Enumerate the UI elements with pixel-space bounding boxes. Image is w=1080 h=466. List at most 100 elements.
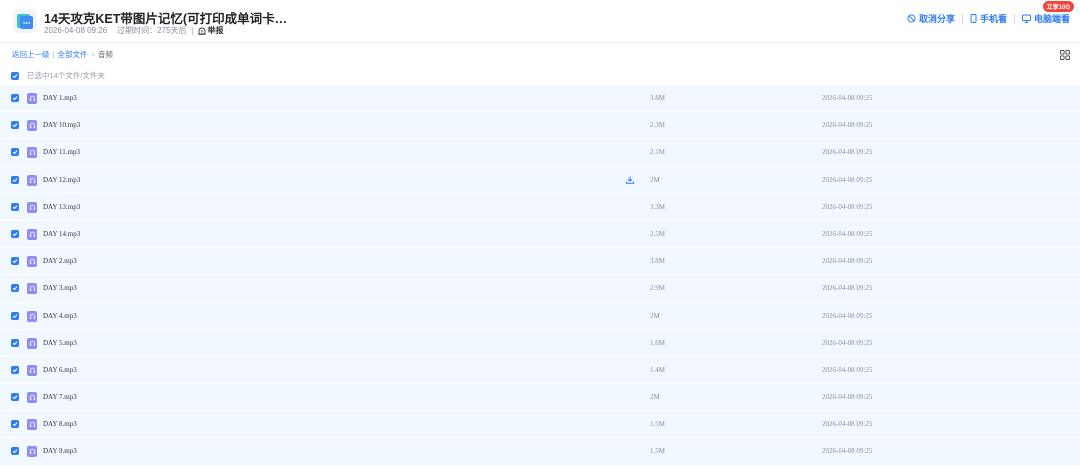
grid-view-icon[interactable]	[1060, 50, 1070, 60]
breadcrumb-root-link[interactable]: 全部文件	[57, 49, 87, 60]
file-row[interactable]: DAY 10.mp3 2.3M 2026-04-08 09:25	[0, 111, 1080, 139]
header-actions: 取消分享 手机看 电脑端看 立享10G	[907, 1, 1074, 25]
file-date: 2026-04-08 09:25	[822, 257, 873, 266]
cancel-icon	[907, 14, 916, 23]
file-row[interactable]: DAY 8.mp3 1.5M 2026-04-08 09:25	[0, 410, 1080, 438]
file-name: DAY 1.mp3	[43, 94, 77, 102]
file-date: 2026-04-08 09:25	[822, 311, 873, 320]
check-icon	[12, 259, 18, 264]
file-size: 1.4M	[650, 365, 665, 374]
file-name: DAY 3.mp3	[43, 284, 77, 293]
file-size: 1.6M	[650, 338, 665, 347]
share-meta: 2026-04-08 09:26 过期时间：275天后 举报	[44, 25, 224, 36]
cancel-share-button[interactable]: 取消分享	[907, 12, 955, 25]
file-date: 2026-04-08 09:25	[822, 447, 873, 456]
file-checkbox[interactable]	[11, 94, 19, 102]
file-size: 2.1M	[650, 148, 665, 157]
monitor-icon	[1021, 14, 1031, 23]
select-all-checkbox[interactable]	[11, 71, 19, 80]
check-icon	[12, 286, 18, 291]
file-checkbox[interactable]	[11, 420, 19, 429]
file-row[interactable]: DAY 13.mp3 3.3M 2026-04-08 09:25	[0, 192, 1080, 220]
action-divider	[1013, 13, 1015, 24]
meta-divider	[191, 26, 193, 35]
report-icon	[198, 27, 206, 35]
check-icon	[12, 73, 18, 78]
file-date: 2026-04-08 09:25	[822, 365, 873, 374]
file-checkbox[interactable]	[11, 338, 19, 347]
file-size: 2M	[650, 311, 660, 320]
check-icon	[12, 232, 18, 237]
file-size: 3.8M	[650, 94, 665, 102]
expiry-text: 过期时间：275天后	[117, 26, 187, 35]
file-row[interactable]: DAY 4.mp3 2M 2026-04-08 09:25	[0, 301, 1080, 329]
pc-view-label: 电脑端看	[1033, 14, 1070, 24]
mobile-view-button[interactable]: 手机看	[970, 12, 1007, 25]
file-name: DAY 4.mp3	[43, 311, 77, 320]
check-icon	[12, 96, 18, 101]
file-size: 2.9M	[650, 284, 665, 293]
file-checkbox[interactable]	[11, 447, 19, 456]
file-row[interactable]: DAY 1.mp3 3.8M 2026-04-08 09:25	[0, 84, 1080, 112]
file-name: DAY 12.mp3	[43, 175, 81, 184]
pc-view-button[interactable]: 电脑端看 立享10G	[1021, 1, 1074, 25]
file-list: DAY 1.mp3 3.8M 2026-04-08 09:25 DAY 10.m…	[0, 84, 1080, 465]
check-icon	[12, 204, 18, 210]
report-button[interactable]: 举报	[198, 25, 224, 36]
file-date: 2026-04-08 09:25	[822, 202, 873, 211]
audio-file-icon	[27, 419, 37, 431]
audio-file-icon	[27, 446, 37, 458]
file-date: 2026-04-08 09:25	[822, 148, 873, 157]
breadcrumb: 返回上一级 | 全部文件 > 音频	[12, 49, 113, 60]
file-checkbox[interactable]	[11, 284, 19, 293]
phone-icon	[970, 14, 977, 23]
check-icon	[12, 177, 18, 182]
file-checkbox[interactable]	[11, 202, 19, 211]
file-checkbox[interactable]	[11, 148, 19, 157]
file-checkbox[interactable]	[11, 365, 19, 374]
check-icon	[12, 368, 18, 373]
file-size: 2.3M	[650, 121, 665, 130]
file-date: 2026-04-08 09:25	[822, 229, 873, 238]
file-name: DAY 5.mp3	[43, 338, 77, 347]
file-name: DAY 8.mp3	[43, 420, 77, 429]
file-row[interactable]: DAY 2.mp3 3.8M 2026-04-08 09:25	[0, 247, 1080, 275]
file-checkbox[interactable]	[11, 175, 19, 184]
file-checkbox[interactable]	[11, 311, 19, 320]
file-row[interactable]: DAY 12.mp3 2M 2026-04-08 09:25	[0, 165, 1080, 193]
cancel-share-label: 取消分享	[918, 14, 955, 24]
file-row[interactable]: DAY 9.mp3 1.5M 2026-04-08 09:25	[0, 437, 1080, 465]
audio-file-icon	[27, 364, 37, 376]
file-size: 3.3M	[650, 202, 665, 211]
file-checkbox[interactable]	[11, 229, 19, 238]
file-row[interactable]: DAY 7.mp3 2M 2026-04-08 09:25	[0, 383, 1080, 411]
file-checkbox[interactable]	[11, 121, 19, 130]
report-label: 举报	[207, 26, 224, 35]
file-row[interactable]: DAY 3.mp3 2.9M 2026-04-08 09:25	[0, 274, 1080, 302]
file-checkbox[interactable]	[11, 257, 19, 266]
file-row[interactable]: DAY 5.mp3 1.6M 2026-04-08 09:25	[0, 328, 1080, 356]
select-all-row: 已选中14个文件/文件夹	[11, 70, 105, 81]
audio-file-icon	[27, 147, 37, 159]
audio-file-icon	[27, 120, 37, 132]
file-size: 3.8M	[650, 257, 665, 266]
breadcrumb-chevron: >	[90, 50, 95, 59]
file-name: DAY 6.mp3	[43, 365, 77, 374]
audio-file-icon	[27, 201, 37, 213]
share-header: 14天攻克KET带图片记忆(可打印成单词卡… 2026-04-08 09:26 …	[0, 0, 1080, 43]
file-name: DAY 7.mp3	[43, 393, 77, 402]
breadcrumb-divider: |	[52, 50, 55, 59]
file-row[interactable]: DAY 11.mp3 2.1M 2026-04-08 09:25	[0, 138, 1080, 166]
download-icon[interactable]	[625, 175, 635, 185]
folder-icon	[13, 9, 37, 33]
file-row[interactable]: DAY 6.mp3 1.4M 2026-04-08 09:25	[0, 355, 1080, 384]
file-size: 2M	[650, 393, 660, 402]
file-date: 2026-04-08 09:25	[822, 393, 873, 402]
file-checkbox[interactable]	[11, 393, 19, 402]
file-size: 1.5M	[650, 420, 665, 429]
check-icon	[12, 422, 18, 427]
audio-file-icon	[27, 310, 37, 322]
file-row[interactable]: DAY 14.mp3 2.5M 2026-04-08 09:25	[0, 219, 1080, 248]
breadcrumb-back-link[interactable]: 返回上一级	[12, 49, 50, 60]
check-icon	[12, 449, 18, 454]
